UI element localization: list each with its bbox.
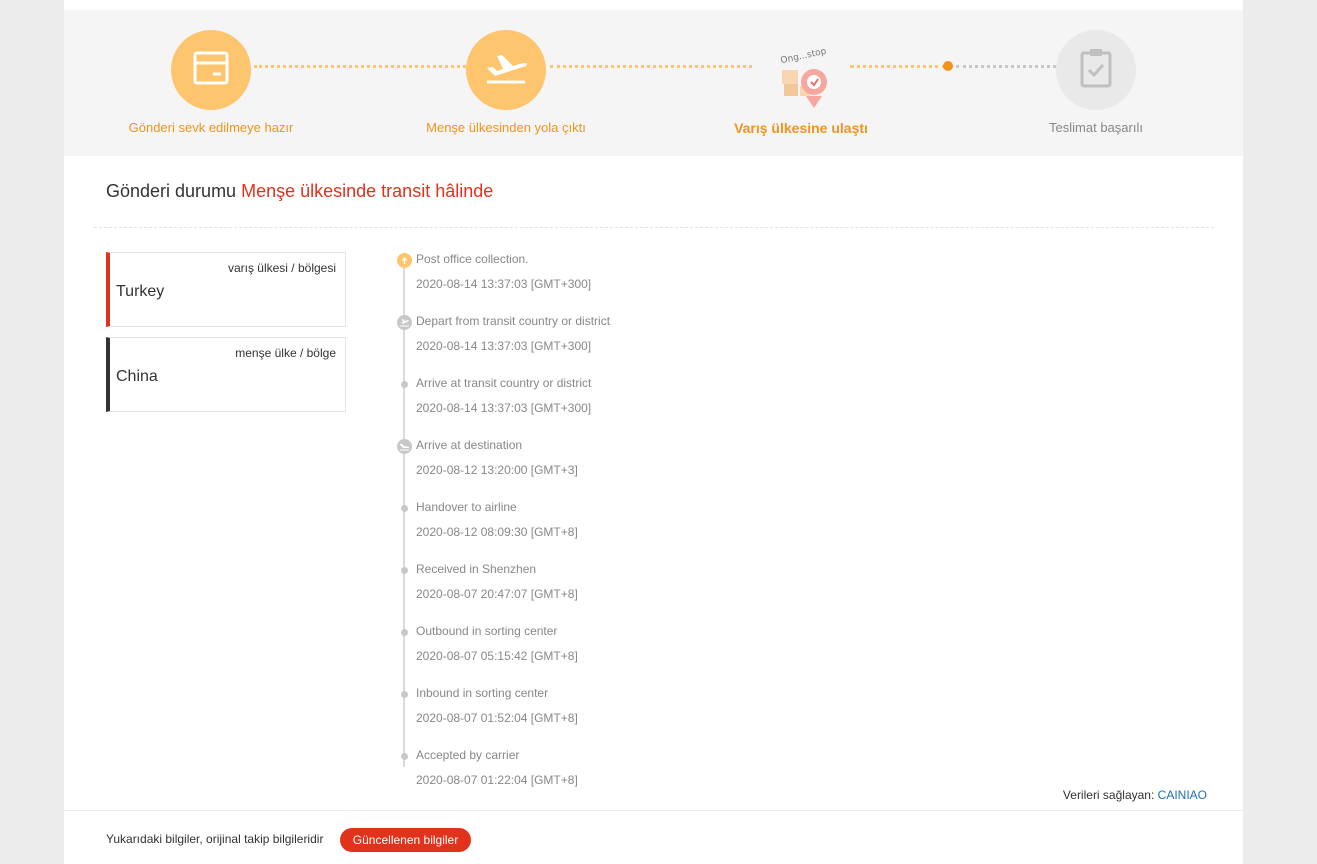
timeline-event: Depart from transit country or district … — [394, 312, 1094, 372]
shipment-status: Gönderi durumu Menşe ülkesinde transit h… — [106, 181, 493, 202]
event-description: Received in Shenzhen — [416, 562, 537, 576]
event-time: 2020-08-12 08:09:30 [GMT+8] — [416, 525, 578, 539]
timeline-event: Inbound in sorting center 2020-08-07 01:… — [394, 684, 1094, 744]
status-label: Gönderi durumu — [106, 181, 237, 201]
divider — [94, 227, 1214, 228]
step-2-label: Menşe ülkesinden yola çıktı — [426, 120, 586, 135]
timeline-dot — [400, 752, 408, 760]
arrow-up-icon — [396, 252, 412, 268]
plane-takeoff-icon — [396, 314, 412, 330]
step-4-label: Teslimat başarılı — [1049, 120, 1143, 135]
event-time: 2020-08-14 13:37:03 [GMT+300] — [416, 339, 592, 353]
step-connector-pending — [956, 65, 1056, 68]
event-time: 2020-08-14 13:37:03 [GMT+300] — [416, 401, 592, 415]
package-icon — [191, 48, 231, 92]
event-time: 2020-08-14 13:37:03 [GMT+300] — [416, 277, 592, 291]
step-1-label: Gönderi sevk edilmeye hazır — [128, 120, 294, 135]
event-time: 2020-08-12 13:20:00 [GMT+3] — [416, 463, 578, 477]
status-value: Menşe ülkesinde transit hâlinde — [241, 181, 494, 201]
event-description: Accepted by carrier — [416, 748, 520, 762]
tracking-page: Gönderi sevk edilmeye hazır Menşe ülkesi… — [64, 0, 1243, 864]
event-description: Outbound in sorting center — [416, 624, 558, 638]
timeline-dot — [400, 380, 408, 388]
event-description: Post office collection. — [416, 252, 529, 266]
timeline-event: Received in Shenzhen 2020-08-07 20:47:07… — [394, 560, 1094, 620]
event-description: Inbound in sorting center — [416, 686, 549, 700]
timeline-dot — [400, 566, 408, 574]
event-time: 2020-08-07 05:15:42 [GMT+8] — [416, 649, 578, 663]
event-description: Arrive at transit country or district — [416, 376, 592, 390]
provider-label: Verileri sağlayan: — [1062, 788, 1155, 802]
step-connector — [550, 65, 752, 68]
event-description: Arrive at destination — [416, 438, 523, 452]
timeline-event: Arrive at destination 2020-08-12 13:20:0… — [394, 436, 1094, 496]
timeline-event: Post office collection. 2020-08-14 13:37… — [394, 250, 1094, 310]
data-provider: Verileri sağlayan: CAINIAO — [1063, 788, 1207, 802]
provider-link[interactable]: CAINIAO — [1158, 788, 1207, 802]
current-progress-dot — [943, 61, 953, 71]
step-3-label: Varış ülkesine ulaştı — [734, 120, 868, 136]
timeline-dot — [400, 628, 408, 636]
updated-info-button[interactable]: Güncellenen bilgiler — [340, 828, 471, 852]
footer-divider — [64, 810, 1243, 811]
plane-takeoff-icon — [483, 48, 529, 92]
event-description: Depart from transit country or district — [416, 314, 611, 328]
timeline-dot — [400, 690, 408, 698]
event-time: 2020-08-07 20:47:07 [GMT+8] — [416, 587, 578, 601]
clipboard-check-icon — [1078, 47, 1114, 93]
arrived-destination-image: Ong...stop — [776, 46, 836, 108]
footer-note: Yukarıdaki bilgiler, orijinal takip bilg… — [106, 832, 324, 846]
progress-stepper: Gönderi sevk edilmeye hazır Menşe ülkesi… — [64, 10, 1243, 156]
timeline-event: Outbound in sorting center 2020-08-07 05… — [394, 622, 1094, 682]
timeline-event: Handover to airline 2020-08-12 08:09:30 … — [394, 498, 1094, 558]
top-spacer — [64, 0, 1243, 10]
step-1-circle — [171, 30, 251, 110]
timeline-event: Accepted by carrier 2020-08-07 01:22:04 … — [394, 746, 1094, 806]
origin-name: China — [116, 368, 158, 385]
step-4-circle — [1056, 30, 1136, 110]
timeline-event: Arrive at transit country or district 20… — [394, 374, 1094, 434]
event-time: 2020-08-07 01:52:04 [GMT+8] — [416, 711, 578, 725]
destination-country-card: varış ülkesi / bölgesi Turkey — [106, 252, 346, 327]
origin-country-card: menşe ülke / bölge China — [106, 337, 346, 412]
origin-label: menşe ülke / bölge — [235, 346, 336, 360]
event-time: 2020-08-07 01:22:04 [GMT+8] — [416, 773, 578, 787]
destination-name: Turkey — [116, 283, 165, 300]
svg-text:Ong...stop: Ong...stop — [780, 47, 828, 67]
timeline-dot — [400, 504, 408, 512]
event-description: Handover to airline — [416, 500, 517, 514]
destination-label: varış ülkesi / bölgesi — [227, 261, 336, 275]
plane-landing-icon — [396, 438, 412, 454]
step-connector — [850, 65, 946, 68]
step-2-circle — [466, 30, 546, 110]
step-connector — [254, 65, 466, 68]
